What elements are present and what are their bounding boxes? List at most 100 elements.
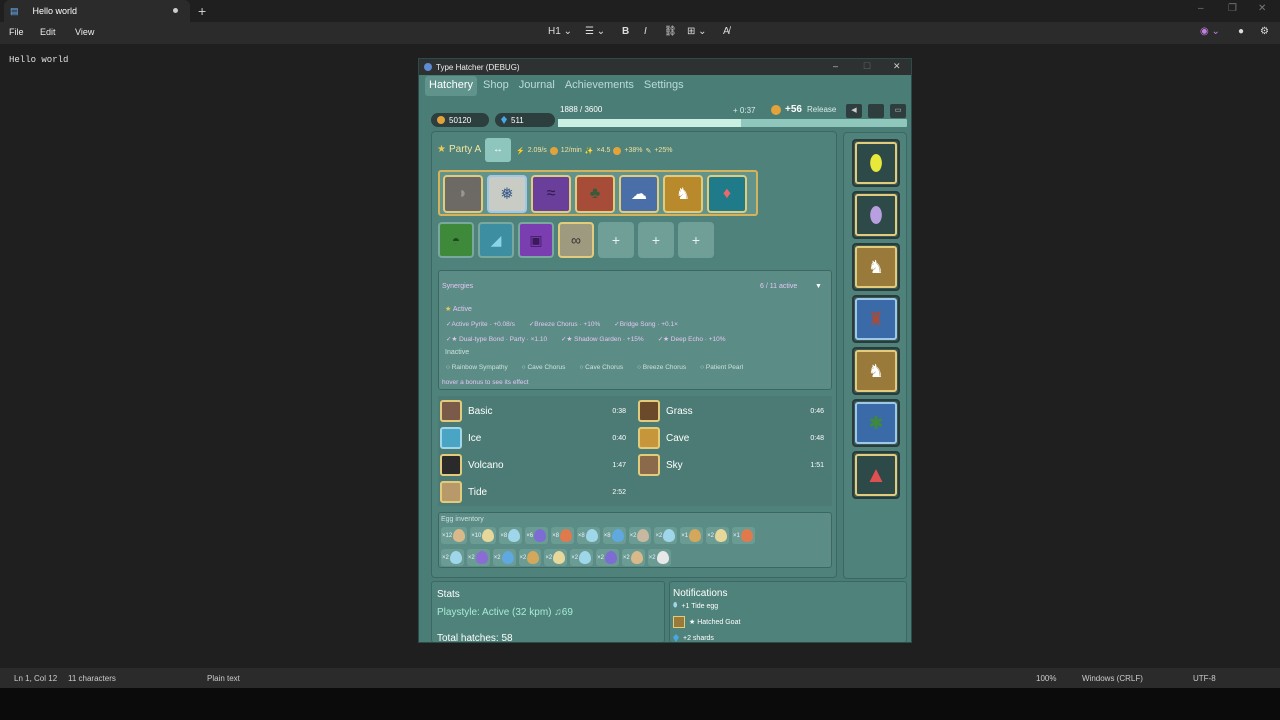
- party-monster-goat[interactable]: ♞: [663, 175, 703, 213]
- tab-hello-world[interactable]: ▤ Hello world: [4, 0, 190, 22]
- tab-shop[interactable]: Shop: [479, 76, 513, 96]
- egg-stack[interactable]: ×2: [492, 549, 516, 566]
- encoding[interactable]: UTF-8: [1193, 674, 1216, 683]
- menu-file[interactable]: File: [9, 27, 24, 37]
- empty-slot-button[interactable]: +: [598, 222, 634, 258]
- italic-button[interactable]: I: [644, 26, 647, 37]
- minimize-icon[interactable]: –: [1198, 3, 1204, 14]
- synergy-item[interactable]: ✓★ Shadow Garden · +15%: [561, 335, 644, 343]
- habitat-volcano[interactable]: Volcano 1:47: [440, 454, 626, 476]
- party-monster-fire[interactable]: ♣: [575, 175, 615, 213]
- synergy-item[interactable]: ✓Breeze Chorus · +10%: [529, 320, 600, 328]
- egg-stack[interactable]: ×6: [525, 527, 549, 544]
- bench-monster-spirit[interactable]: ▣: [518, 222, 554, 258]
- bench-monster-grass[interactable]: ◓: [438, 222, 474, 258]
- egg-stack[interactable]: ×2: [706, 527, 729, 544]
- menu-view[interactable]: View: [75, 27, 94, 37]
- synergy-item[interactable]: ✓Active Pyrite · +0.08/s: [446, 320, 515, 328]
- game-close-icon[interactable]: ✕: [893, 61, 901, 72]
- egg-stack[interactable]: ×10: [470, 527, 497, 544]
- empty-slot-button[interactable]: +: [638, 222, 674, 258]
- table-icon[interactable]: ⊞ ⌄: [687, 26, 707, 37]
- synergy-item[interactable]: ○ Cave Chorus: [522, 364, 566, 371]
- line-ending[interactable]: Windows (CRLF): [1082, 674, 1143, 683]
- egg-stack[interactable]: ×8: [551, 527, 574, 544]
- incubator-slot[interactable]: ⬮: [852, 191, 900, 239]
- party-monster-ice[interactable]: ❅: [487, 175, 527, 213]
- synergy-item[interactable]: ✓★ Dual-type Bond · Party · ×1.10: [446, 335, 547, 343]
- heading-dropdown[interactable]: H1 ⌄: [548, 26, 572, 37]
- party-monster-shadow[interactable]: ≈: [531, 175, 571, 213]
- egg-stack[interactable]: ×2: [544, 549, 568, 566]
- egg-stack[interactable]: ×1: [680, 527, 704, 544]
- tab-settings[interactable]: Settings: [640, 76, 688, 96]
- tab-hatchery[interactable]: Hatchery: [425, 76, 478, 96]
- blank-button[interactable]: [868, 104, 884, 118]
- synergy-item[interactable]: ○ Patient Pearl: [700, 364, 743, 371]
- sound-button[interactable]: ◀: [846, 104, 862, 118]
- habitat-sky[interactable]: Sky 1:51: [638, 454, 824, 476]
- game-minimize-icon[interactable]: –: [833, 61, 838, 71]
- link-icon[interactable]: ⛓: [664, 26, 677, 37]
- editor-content[interactable]: Hello world: [9, 55, 68, 65]
- habitat-cave[interactable]: Cave 0:48: [638, 427, 824, 449]
- incubator-slot[interactable]: ✱: [852, 399, 900, 447]
- account-icon[interactable]: ●: [1238, 26, 1244, 37]
- habitat-tide[interactable]: Tide 2:52: [440, 481, 626, 503]
- egg-stack[interactable]: ×1: [731, 527, 755, 544]
- settings-icon[interactable]: ⚙: [1260, 26, 1269, 37]
- synergy-item[interactable]: ○ Cave Chorus: [579, 364, 623, 371]
- party-swap-button[interactable]: ↔: [485, 138, 511, 162]
- bold-button[interactable]: B: [622, 26, 629, 37]
- incubator-slot[interactable]: ♜: [852, 295, 900, 343]
- list-icon[interactable]: ☰ ⌄: [585, 26, 605, 37]
- game-maximize-icon[interactable]: ☐: [863, 61, 871, 72]
- egg-stack[interactable]: ×2: [628, 527, 652, 544]
- incubator-slot[interactable]: ♞: [852, 347, 900, 395]
- egg-stack[interactable]: ×2: [466, 549, 490, 566]
- egg-stack[interactable]: ×8: [602, 527, 626, 544]
- incubator-slot[interactable]: ▲: [852, 451, 900, 499]
- synergy-item[interactable]: ✓★ Deep Echo · +10%: [658, 335, 726, 343]
- fire-egg-icon: ▲: [855, 454, 897, 496]
- egg-stack[interactable]: ×2: [647, 549, 671, 566]
- release-button[interactable]: Release: [807, 105, 836, 114]
- zoom-level[interactable]: 100%: [1036, 674, 1056, 683]
- egg-stack[interactable]: ×8: [499, 527, 523, 544]
- bench-monster-tide[interactable]: ◢: [478, 222, 514, 258]
- synergy-item[interactable]: ✓Bridge Song · +0.1×: [614, 320, 678, 328]
- egg-stack[interactable]: ×12: [441, 527, 468, 544]
- incubator-slot[interactable]: ⬮: [852, 139, 900, 187]
- egg-stack[interactable]: ×2: [518, 549, 542, 566]
- egg-stack[interactable]: ×2: [596, 549, 619, 566]
- egg-stack[interactable]: ×8: [576, 527, 600, 544]
- incubator-slot[interactable]: ♞: [852, 243, 900, 291]
- chevron-down-icon[interactable]: ▼: [815, 283, 822, 290]
- restore-icon[interactable]: ❐: [1228, 3, 1237, 14]
- new-tab-button[interactable]: +: [198, 3, 206, 19]
- party-monster-crystal[interactable]: ♦: [707, 175, 747, 213]
- party-monster-cloud[interactable]: ☁: [619, 175, 659, 213]
- clear-format-icon[interactable]: A̸: [723, 26, 730, 37]
- close-icon[interactable]: ✕: [1258, 3, 1266, 14]
- egg-stack[interactable]: ×2: [621, 549, 645, 566]
- egg-stack[interactable]: ×2: [654, 527, 678, 544]
- tab-journal[interactable]: Journal: [515, 76, 559, 96]
- bench-monster-echo[interactable]: ∞: [558, 222, 594, 258]
- egg-icon: [663, 529, 676, 542]
- hatchery-panel: ★ Party A ↔ ⚡ 2.09/s 12/min ✨ ×4.5 +38% ✎ +…: [431, 131, 837, 578]
- synergy-item[interactable]: ○ Breeze Chorus: [637, 364, 686, 371]
- window-button[interactable]: ▭: [890, 104, 906, 118]
- egg-stack[interactable]: ×2: [570, 549, 594, 566]
- synergy-item[interactable]: ○ Rainbow Sympathy: [446, 364, 508, 371]
- empty-slot-button[interactable]: +: [678, 222, 714, 258]
- tab-achievements[interactable]: Achievements: [561, 76, 638, 96]
- habitat-basic[interactable]: Basic 0:38: [440, 400, 626, 422]
- party-monster-rock[interactable]: ◗: [443, 175, 483, 213]
- habitat-ice[interactable]: Ice 0:40: [440, 427, 626, 449]
- menu-edit[interactable]: Edit: [40, 27, 56, 37]
- egg-stack[interactable]: ×2: [441, 549, 464, 566]
- goat-hatchling-icon: ♞: [855, 350, 897, 392]
- copilot-icon[interactable]: ◉ ⌄: [1200, 26, 1220, 37]
- habitat-grass[interactable]: Grass 0:46: [638, 400, 824, 422]
